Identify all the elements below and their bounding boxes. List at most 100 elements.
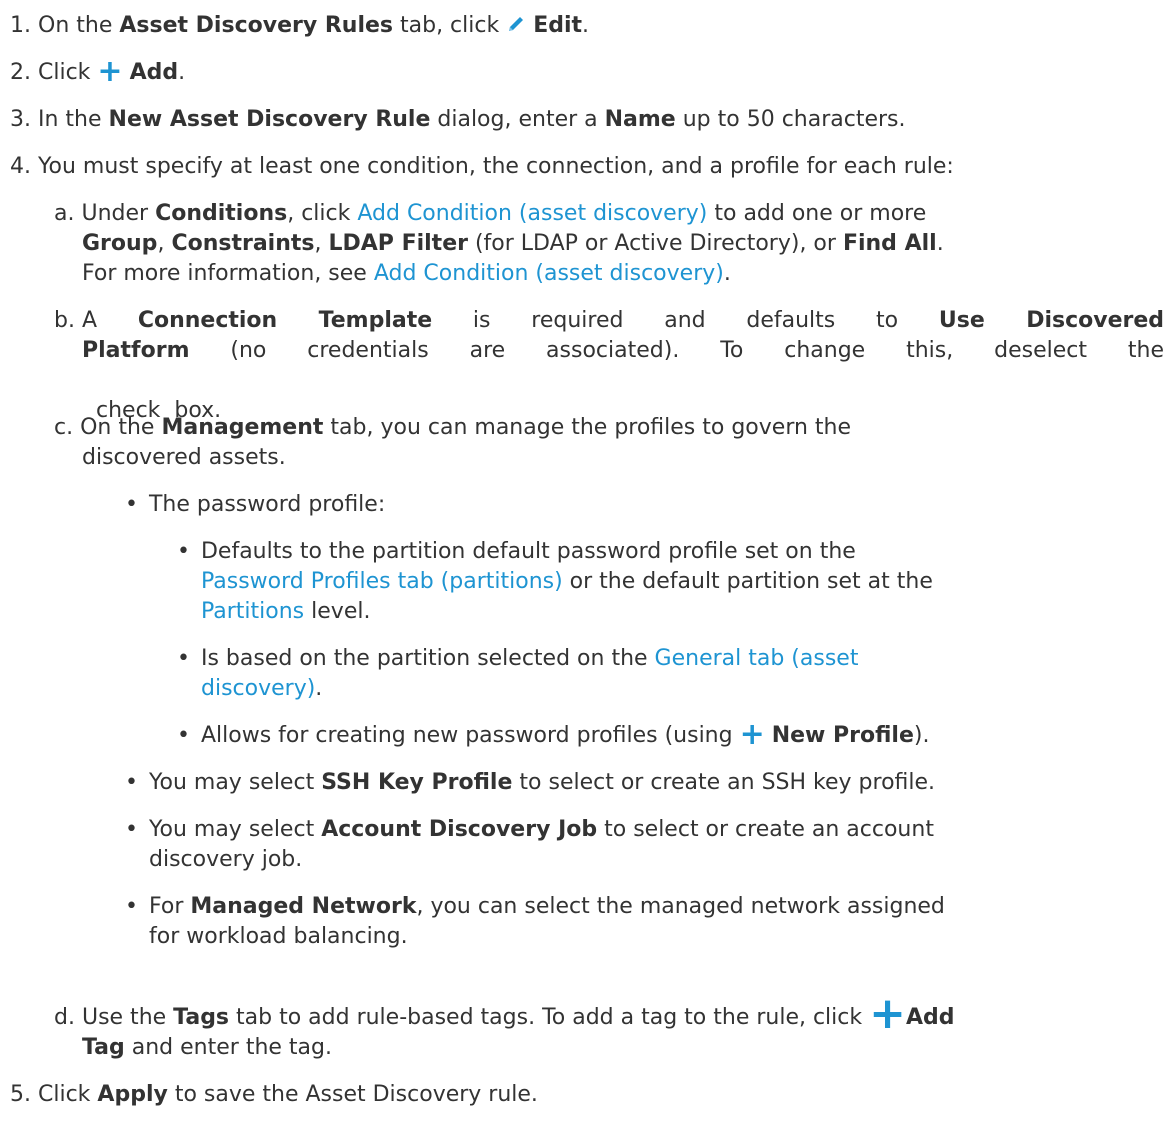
step-number: 4. bbox=[10, 154, 31, 179]
step-text: You may select bbox=[148, 770, 322, 795]
bullet-managed-network-line-2: for workload balancing. bbox=[149, 922, 408, 952]
ui-term: Name bbox=[604, 107, 676, 132]
ui-term: Use Discovered bbox=[938, 308, 1165, 333]
step-text: . bbox=[936, 231, 944, 256]
step-text: For bbox=[148, 894, 191, 919]
substep-d: d. Use the Tags tab to add rule-based ta… bbox=[54, 992, 955, 1036]
ui-term: Connection Template bbox=[137, 308, 433, 333]
nested-bullet-defaults-line-2: Password Profiles tab (partitions) or th… bbox=[201, 567, 933, 597]
step-text: up to 50 characters. bbox=[675, 107, 906, 132]
ui-term: Add bbox=[129, 60, 179, 85]
step-number: 2. bbox=[10, 60, 31, 85]
step-text: You must specify at least one condition,… bbox=[38, 154, 954, 179]
substep-a-line-3: For more information, see Add Condition … bbox=[82, 259, 731, 289]
step-text: is required and defaults to bbox=[432, 308, 939, 333]
step-text: Click bbox=[38, 60, 98, 85]
step-2: 2. Click + Add. bbox=[10, 57, 186, 88]
ui-term: Tag bbox=[82, 1035, 125, 1060]
step-text: In the bbox=[38, 107, 109, 132]
step-text: Under bbox=[81, 201, 156, 226]
substep-b: b. bbox=[54, 306, 75, 336]
substep-a: a. Under Conditions, click Add Condition… bbox=[54, 199, 926, 229]
ui-term: SSH Key Profile bbox=[321, 770, 513, 795]
bullet: • bbox=[125, 492, 138, 517]
plus-icon: + bbox=[739, 717, 765, 752]
ui-term: Apply bbox=[97, 1082, 168, 1107]
ui-term: Find All bbox=[842, 231, 937, 256]
substep-c-line-2: discovered assets. bbox=[82, 443, 286, 473]
step-text: for workload balancing. bbox=[149, 924, 408, 949]
step-text: discovered assets. bbox=[82, 445, 286, 470]
step-3: 3. In the New Asset Discovery Rule dialo… bbox=[10, 105, 906, 135]
add-condition-link[interactable]: Add Condition (asset discovery) bbox=[374, 261, 724, 286]
step-text: , bbox=[314, 231, 329, 256]
step-text: Is based on the partition selected on th… bbox=[200, 646, 655, 671]
ui-term: Managed Network bbox=[190, 894, 417, 919]
general-tab-link[interactable]: discovery) bbox=[201, 676, 315, 701]
step-number: 3. bbox=[10, 107, 31, 132]
step-text: tab, you can manage the profiles to gove… bbox=[323, 415, 852, 440]
bullet-managed-network: • For Managed Network, you can select th… bbox=[125, 892, 945, 922]
step-text: , click bbox=[287, 201, 358, 226]
step-text: . bbox=[723, 261, 731, 286]
add-condition-link[interactable]: Add Condition (asset discovery) bbox=[357, 201, 707, 226]
ui-term: Edit bbox=[533, 13, 583, 38]
step-5: 5. Click Apply to save the Asset Discove… bbox=[10, 1080, 538, 1110]
ui-term: Tags bbox=[173, 1005, 230, 1030]
substep-letter: b. bbox=[54, 308, 75, 333]
substep-letter: a. bbox=[54, 201, 75, 226]
substep-letter: c. bbox=[54, 415, 74, 440]
step-text: Allows for creating new password profile… bbox=[200, 723, 740, 748]
ui-term: LDAP Filter bbox=[328, 231, 468, 256]
bullet: • bbox=[125, 770, 138, 795]
substep-letter: d. bbox=[54, 1005, 75, 1030]
step-text: ). bbox=[913, 723, 930, 748]
ui-term: New Profile bbox=[771, 723, 914, 748]
step-text: Defaults to the partition default passwo… bbox=[200, 539, 856, 564]
step-text: to add one or more bbox=[707, 201, 927, 226]
ui-term: Platform bbox=[82, 338, 190, 363]
step-text: You may select bbox=[148, 817, 322, 842]
bullet-account-discovery: • You may select Account Discovery Job t… bbox=[125, 815, 934, 845]
step-text: to save the Asset Discovery rule. bbox=[167, 1082, 538, 1107]
step-text: . bbox=[582, 13, 590, 38]
step-text: to select or create an account bbox=[597, 817, 934, 842]
ui-term: Asset Discovery Rules bbox=[119, 13, 393, 38]
nested-bullet-defaults: • Defaults to the partition default pass… bbox=[177, 537, 856, 567]
password-profiles-tab-link[interactable]: Password Profiles tab (partitions) bbox=[201, 569, 563, 594]
bullet: • bbox=[125, 894, 138, 919]
nested-bullet-defaults-line-3: Partitions level. bbox=[201, 597, 370, 627]
step-text: For more information, see bbox=[82, 261, 374, 286]
substep-c: c. On the Management tab, you can manage… bbox=[54, 413, 851, 443]
bullet: • bbox=[125, 817, 138, 842]
nested-bullet-based-on-line-2: discovery). bbox=[201, 674, 322, 704]
step-text: and enter the tag. bbox=[124, 1035, 332, 1060]
bullet: • bbox=[177, 646, 190, 671]
ui-term: Constraints bbox=[171, 231, 315, 256]
step-text: Use the bbox=[81, 1005, 174, 1030]
plus-icon: + bbox=[97, 54, 123, 89]
step-text: (for LDAP or Active Directory), or bbox=[467, 231, 843, 256]
step-text: , you can select the managed network ass… bbox=[416, 894, 945, 919]
ui-term: Add bbox=[906, 1005, 955, 1030]
bullet-ssh-key: • You may select SSH Key Profile to sele… bbox=[125, 768, 935, 798]
step-text: On the bbox=[38, 13, 120, 38]
ui-term: Conditions bbox=[155, 201, 288, 226]
partitions-link[interactable]: Partitions bbox=[201, 599, 304, 624]
substep-b-line-1: A Connection Template is required and de… bbox=[82, 306, 1164, 336]
step-text: . bbox=[178, 60, 186, 85]
ui-term: Group bbox=[82, 231, 158, 256]
step-number: 1. bbox=[10, 13, 31, 38]
step-text: A bbox=[82, 308, 138, 333]
substep-b-line-2: Platform (no credentials are associated)… bbox=[82, 336, 1164, 366]
bullet: • bbox=[177, 539, 190, 564]
substep-a-line-2: Group, Constraints, LDAP Filter (for LDA… bbox=[82, 229, 944, 259]
step-text: or the default partition set at the bbox=[562, 569, 933, 594]
general-tab-link[interactable]: General tab (asset bbox=[655, 646, 859, 671]
substep-d-line-2: Tag and enter the tag. bbox=[82, 1033, 332, 1063]
step-text: On the bbox=[80, 415, 162, 440]
step-text: Click bbox=[38, 1082, 98, 1107]
plus-icon: + bbox=[869, 988, 906, 1039]
step-text: , bbox=[157, 231, 172, 256]
step-text: tab, click bbox=[393, 13, 507, 38]
